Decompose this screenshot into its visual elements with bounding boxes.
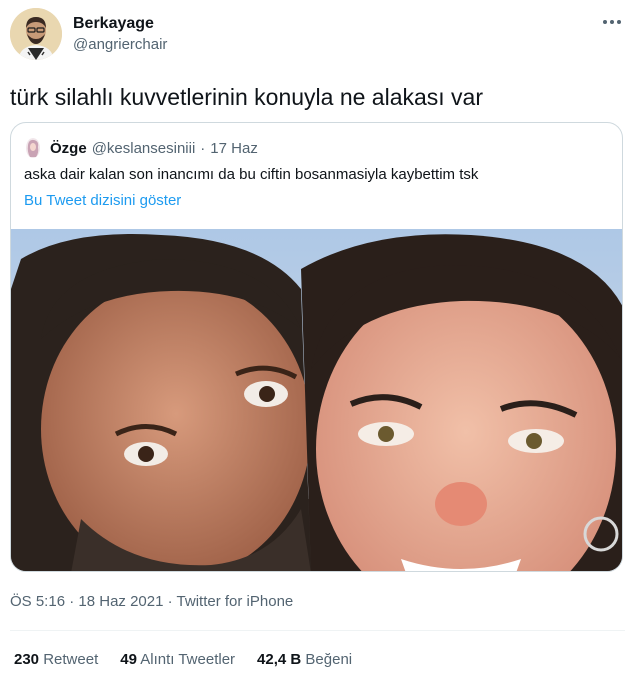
quoted-date[interactable]: 17 Haz [210,140,258,157]
quoted-author-avatar[interactable] [24,137,42,159]
quoted-tweet-card[interactable]: Özge @keslansesiniii · 17 Haz aska dair … [10,122,623,572]
quoted-tweet-header: Özge @keslansesiniii · 17 Haz [24,137,258,159]
author-handle[interactable]: @angrierchair [73,35,167,55]
retweets-stat[interactable]: 230 Retweet [14,650,98,670]
tweet-date[interactable]: 18 Haz 2021 [78,593,163,610]
author-names: Berkayage @angrierchair [73,14,167,55]
likes-count: 42,4 B [257,651,302,668]
quoted-separator: · [200,139,206,157]
quoted-handle[interactable]: @keslansesiniii [92,140,196,157]
retweets-count: 230 [14,651,40,668]
more-options-button[interactable] [601,14,623,30]
retweets-label: Retweet [43,651,99,668]
quotes-stat[interactable]: 49 Alıntı Tweetler [120,650,235,670]
tweet-stats: 230 Retweet 49 Alıntı Tweetler 42,4 B Be… [14,650,374,670]
meta-separator-1: · [69,593,75,610]
quoted-tweet-text: aska dair kalan son inancımı da bu cifti… [24,166,479,183]
person-avatar-icon [10,8,62,60]
author-display-name[interactable]: Berkayage [73,14,167,34]
quoted-tweet-photo[interactable] [11,229,623,572]
tweet-meta: ÖS 5:16 · 18 Haz 2021 · Twitter for iPho… [10,592,293,612]
quotes-label: Alıntı Tweetler [140,651,236,668]
tweet-source[interactable]: Twitter for iPhone [177,593,294,610]
tweet-time[interactable]: ÖS 5:16 [10,593,65,610]
quotes-count: 49 [120,651,137,668]
author-avatar[interactable] [10,8,62,60]
likes-label: Beğeni [305,651,353,668]
stats-divider [10,630,625,631]
likes-stat[interactable]: 42,4 B Beğeni [257,650,352,670]
more-dots-icon [603,20,621,24]
quoted-display-name[interactable]: Özge [50,140,87,157]
tweet-header: Berkayage @angrierchair [10,8,625,64]
tweet-text: türk silahlı kuvvetlerinin konuyla ne al… [10,84,484,110]
show-thread-link[interactable]: Bu Tweet dizisini göster [24,191,181,211]
meta-separator-2: · [167,593,173,610]
